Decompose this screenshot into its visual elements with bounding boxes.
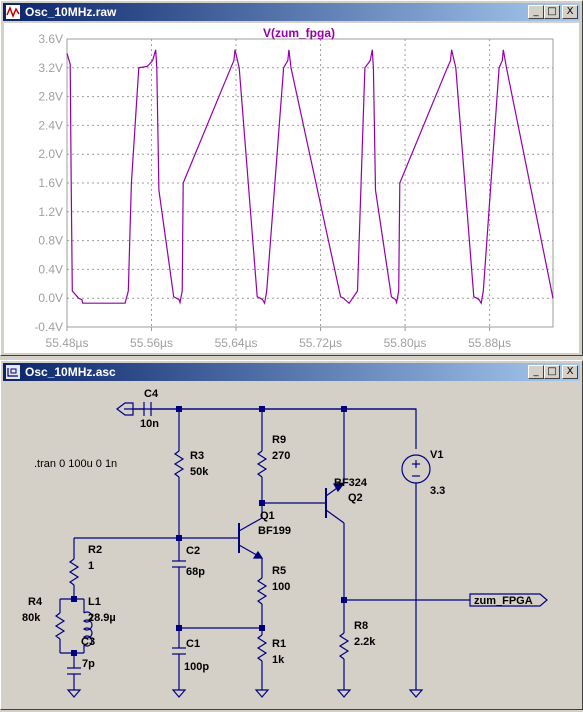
maximize-button[interactable]: □ bbox=[544, 5, 560, 19]
trace-v-zum-fpga bbox=[66, 49, 554, 305]
minimize-button[interactable]: _ bbox=[528, 365, 544, 379]
net-label-zum-fpga[interactable]: zum_FPGA bbox=[474, 595, 533, 607]
ground-symbol bbox=[171, 689, 187, 698]
r4-value[interactable]: 80k bbox=[22, 612, 41, 624]
r1-name[interactable]: R1 bbox=[272, 638, 286, 650]
r8-name[interactable]: R8 bbox=[354, 620, 368, 632]
x-tick-label: 55.80µs bbox=[384, 336, 427, 350]
x-tick-label: 55.88µs bbox=[468, 336, 511, 350]
x-tick-label: 55.56µs bbox=[130, 336, 173, 350]
y-tick-label: -0.4V bbox=[34, 320, 63, 334]
y-tick-label: 2.8V bbox=[38, 90, 63, 104]
v1-name[interactable]: V1 bbox=[430, 449, 443, 461]
y-tick-label: 2.0V bbox=[38, 147, 63, 161]
schematic-app-icon bbox=[6, 365, 20, 379]
c4-value[interactable]: 10n bbox=[140, 418, 159, 430]
r3-resistor bbox=[173, 450, 185, 478]
r8-resistor bbox=[338, 632, 350, 660]
ground-symbol bbox=[336, 689, 352, 698]
c4-name[interactable]: C4 bbox=[144, 388, 159, 400]
schematic-window-title: Osc_10MHz.asc bbox=[25, 365, 116, 379]
chart-grid bbox=[66, 38, 553, 328]
x-tick-label: 55.48µs bbox=[46, 336, 89, 350]
y-tick-label: 2.4V bbox=[38, 118, 63, 132]
schematic-titlebar[interactable]: Osc_10MHz.asc _ □ X bbox=[3, 363, 580, 381]
r2-value[interactable]: 1 bbox=[88, 560, 94, 572]
close-button[interactable]: X bbox=[562, 5, 578, 19]
plot-frame bbox=[66, 38, 554, 328]
waveform-window: Osc_10MHz.raw _ □ X 3.6V 3.2V 2.8V 2.4V 2.0V… bbox=[0, 0, 583, 356]
r4-resistor bbox=[54, 612, 66, 640]
v1-source bbox=[401, 454, 431, 484]
waveform-app-icon bbox=[6, 5, 20, 19]
y-tick-label: 0.0V bbox=[38, 291, 63, 305]
waveform-plot-area[interactable]: 3.6V 3.2V 2.8V 2.4V 2.0V 1.6V 1.2V 0.8V 0.4V 0.0V… bbox=[4, 23, 579, 353]
close-button[interactable]: X bbox=[562, 365, 578, 379]
minimize-button[interactable]: _ bbox=[528, 5, 544, 19]
schematic-drawing[interactable]: C4 10n R3 50k R9 270 .tran 0 100u 0 1n B… bbox=[4, 383, 581, 707]
r2-resistor bbox=[68, 558, 80, 586]
y-axis-ticks: 3.6V 3.2V 2.8V 2.4V 2.0V 1.6V 1.2V 0.8V 0.4V 0.0V… bbox=[34, 32, 63, 334]
c1-name[interactable]: C1 bbox=[186, 638, 200, 650]
r8-value[interactable]: 2.2k bbox=[354, 636, 376, 648]
y-tick-label: 0.4V bbox=[38, 262, 63, 276]
l1-name[interactable]: L1 bbox=[88, 596, 101, 608]
r4-name[interactable]: R4 bbox=[28, 596, 43, 608]
schematic-canvas[interactable]: C4 10n R3 50k R9 270 .tran 0 100u 0 1n B… bbox=[4, 383, 579, 707]
ground-symbol bbox=[254, 689, 270, 698]
waveform-window-title: Osc_10MHz.raw bbox=[25, 5, 117, 19]
x-tick-label: 55.64µs bbox=[215, 336, 258, 350]
r3-value[interactable]: 50k bbox=[190, 466, 209, 478]
r9-name[interactable]: R9 bbox=[272, 434, 286, 446]
r5-value[interactable]: 100 bbox=[272, 581, 290, 593]
waveform-chart[interactable]: 3.6V 3.2V 2.8V 2.4V 2.0V 1.6V 1.2V 0.8V 0.4V 0.0V… bbox=[4, 23, 581, 353]
trace-label[interactable]: V(zum_fpga) bbox=[263, 26, 335, 40]
q1-name[interactable]: Q1 bbox=[260, 510, 275, 522]
q2-model[interactable]: BF324 bbox=[334, 477, 368, 489]
x-axis-ticks: 55.48µs 55.56µs 55.64µs 55.72µs 55.80µs 55.88… bbox=[46, 327, 511, 350]
q1-emitter-arrow bbox=[252, 550, 264, 559]
r5-resistor bbox=[256, 577, 268, 605]
v1-value[interactable]: 3.3 bbox=[430, 485, 445, 497]
q2-collector bbox=[325, 509, 345, 524]
y-tick-label: 0.8V bbox=[38, 234, 63, 248]
r2-name[interactable]: R2 bbox=[88, 544, 102, 556]
c3-name[interactable]: C3 bbox=[81, 636, 95, 648]
c2-value[interactable]: 68p bbox=[186, 566, 205, 578]
c3-value[interactable]: 7p bbox=[82, 658, 95, 670]
maximize-button[interactable]: □ bbox=[544, 365, 560, 379]
r9-resistor bbox=[256, 450, 268, 478]
waveform-titlebar[interactable]: Osc_10MHz.raw _ □ X bbox=[3, 3, 580, 21]
r5-name[interactable]: R5 bbox=[272, 565, 286, 577]
r3-name[interactable]: R3 bbox=[190, 450, 204, 462]
y-tick-label: 3.6V bbox=[38, 32, 63, 46]
r9-value[interactable]: 270 bbox=[272, 450, 290, 462]
c1-value[interactable]: 100p bbox=[184, 661, 209, 673]
r1-resistor bbox=[256, 634, 268, 662]
x-tick-label: 55.72µs bbox=[299, 336, 342, 350]
y-tick-label: 3.2V bbox=[38, 61, 63, 75]
r1-value[interactable]: 1k bbox=[272, 654, 285, 666]
ground-symbol bbox=[408, 689, 424, 698]
schematic-window: Osc_10MHz.asc _ □ X C4 10n R3 50k R9 270… bbox=[0, 360, 583, 710]
q1-model[interactable]: BF199 bbox=[258, 525, 291, 537]
y-tick-label: 1.2V bbox=[38, 205, 63, 219]
tran-directive[interactable]: .tran 0 100u 0 1n bbox=[34, 458, 117, 470]
c2-name[interactable]: C2 bbox=[186, 545, 200, 557]
ground-symbol bbox=[66, 689, 82, 698]
q2-name[interactable]: Q2 bbox=[348, 492, 363, 504]
l1-value[interactable]: 28.9µ bbox=[88, 612, 116, 624]
y-tick-label: 1.6V bbox=[38, 176, 63, 190]
